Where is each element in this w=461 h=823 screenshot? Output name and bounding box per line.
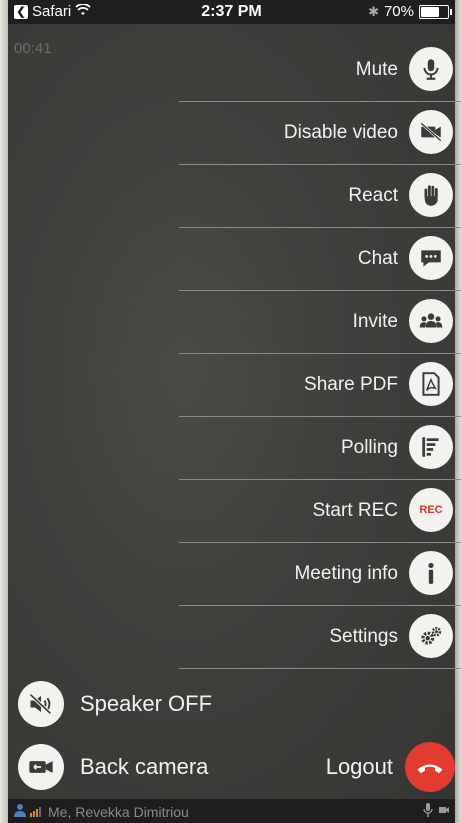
menu-item-share-pdf[interactable]: Share PDF [179, 353, 461, 417]
logout-label: Logout [325, 754, 393, 779]
video-call-screen: ❮ Safari 2:37 PM ✱ 70% 00:41 Mute Disabl… [0, 0, 461, 823]
video-off-icon[interactable] [409, 110, 453, 154]
menu-item-meeting-info[interactable]: Meeting info [179, 542, 461, 606]
menu-item-chat[interactable]: Chat [179, 227, 461, 291]
menu-item-settings[interactable]: Settings [179, 605, 461, 669]
bluetooth-icon: ✱ [368, 3, 379, 19]
gears-icon[interactable] [409, 614, 453, 658]
speaker-toggle-button[interactable]: Speaker OFF [18, 681, 212, 727]
group-icon[interactable] [409, 299, 453, 343]
menu-item-polling[interactable]: Polling [179, 416, 461, 480]
video-small-icon [439, 802, 449, 821]
battery-icon [419, 4, 452, 19]
camera-label: Back camera [80, 754, 209, 779]
menu-item-label: Disable video [283, 122, 398, 143]
signal-icon [30, 804, 44, 820]
call-timer: 00:41 [14, 40, 52, 57]
info-icon[interactable] [409, 551, 453, 595]
menu-item-label: Mute [355, 59, 398, 80]
menu-item-label: Invite [352, 311, 398, 332]
hand-icon[interactable] [409, 173, 453, 217]
menu-item-label: Start REC [312, 500, 398, 521]
menu-item-mute[interactable]: Mute [179, 38, 461, 102]
battery-percent: 70% [383, 3, 414, 20]
camera-icon[interactable] [18, 744, 64, 790]
hang-up-icon[interactable] [405, 742, 455, 792]
speaker-off-icon[interactable] [18, 681, 64, 727]
participant-bar: Me, Revekka Dimitriou [8, 799, 455, 823]
microphone-icon[interactable] [409, 47, 453, 91]
rec-icon[interactable]: REC [409, 488, 453, 532]
chat-icon[interactable] [409, 236, 453, 280]
menu-item-label: Polling [340, 437, 398, 458]
menu-item-start-rec[interactable]: Start REC REC [179, 479, 461, 543]
menu-item-react[interactable]: React [179, 164, 461, 228]
person-icon [14, 803, 26, 820]
menu-item-label: React [348, 185, 398, 206]
menu-item-label: Settings [329, 626, 398, 647]
participant-name: Me, Revekka Dimitriou [48, 803, 189, 820]
menu-item-label: Chat [357, 248, 398, 269]
battery-fill [421, 6, 439, 17]
frame-edge-left [0, 0, 8, 823]
rec-badge: REC [419, 504, 443, 516]
menu-item-label: Share PDF [304, 374, 398, 395]
camera-switch-button[interactable]: Back camera [18, 744, 208, 790]
polling-icon[interactable] [409, 425, 453, 469]
microphone-small-icon [423, 802, 433, 821]
logout-button[interactable]: Logout [326, 742, 455, 792]
menu-item-invite[interactable]: Invite [179, 290, 461, 354]
pdf-icon[interactable] [409, 362, 453, 406]
menu-item-label: Meeting info [294, 563, 398, 584]
speaker-label: Speaker OFF [80, 691, 213, 716]
menu-item-disable-video[interactable]: Disable video [179, 101, 461, 165]
status-bar: ❮ Safari 2:37 PM ✱ 70% [8, 0, 455, 24]
